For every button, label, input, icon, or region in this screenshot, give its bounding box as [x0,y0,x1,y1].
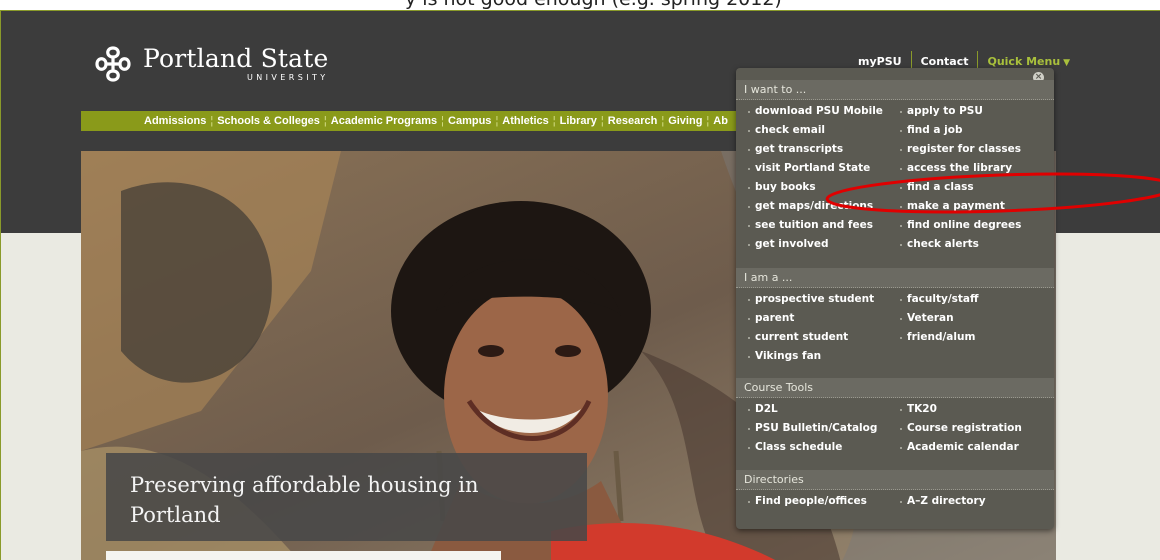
caret-down-icon: ▼ [1063,58,1071,68]
nav-research[interactable]: Research [608,115,658,127]
quick-menu-links: download PSU Mobile apply to PSU check ema… [736,100,1054,254]
quick-menu-section: Directories Find people/offices A–Z direct… [736,470,1054,511]
psu-logo[interactable]: Portland State UNIVERSITY [93,44,329,84]
quick-menu-link[interactable]: register for classes [900,140,1053,159]
quick-menu-section: Course Tools D2L TK20 PSU Bulletin/Catalog C… [736,378,1054,457]
quick-menu-section: I am a ... prospective student faculty/sta… [736,268,1054,366]
quick-menu-link[interactable]: D2L [748,400,901,419]
quick-menu-link[interactable]: Academic calendar [900,438,1053,457]
quick-menu-link[interactable]: check email [748,121,901,140]
quick-menu-link[interactable]: download PSU Mobile [748,102,901,121]
logo-wordmark: Portland State UNIVERSITY [143,44,329,83]
quick-menu-dropdown: × I want to ... download PSU Mobile apply … [736,68,1054,529]
quick-menu-link[interactable]: Class schedule [748,438,901,457]
quick-menu-link[interactable]: get transcripts [748,140,901,159]
quick-menu-link[interactable]: Find people/offices [748,492,901,511]
quick-menu-link[interactable]: A–Z directory [900,492,1053,511]
quick-menu-link[interactable]: make a payment [900,197,1053,216]
quick-menu-links: D2L TK20 PSU Bulletin/Catalog Course regist… [736,398,1054,457]
quick-menu-link[interactable]: get maps/directions [748,197,901,216]
quick-menu-link[interactable]: buy books [748,178,901,197]
quick-menu-link[interactable]: Course registration [900,419,1053,438]
quick-menu-section-title: Course Tools [736,378,1054,398]
quick-menu-label: Quick Menu [987,55,1061,68]
quick-menu-link[interactable]: current student [748,328,901,347]
hero-caption-box[interactable]: Preserving affordable housing in Portlan… [106,453,587,541]
main-nav-bar: Admissions ¦ Schools & Colleges ¦ Academic P… [81,111,741,131]
nav-schools-colleges[interactable]: Schools & Colleges [217,115,320,127]
quick-menu-section: I want to ... download PSU Mobile apply to… [736,80,1054,254]
quick-menu-links: prospective student faculty/staff parent Ve… [736,288,1054,366]
logo-name: Portland State [143,44,329,73]
quick-menu-link[interactable]: find a class [900,178,1053,197]
browser-page: Portland State UNIVERSITY myPSU Contact … [0,10,1160,560]
nav-academic-programs[interactable]: Academic Programs [331,115,437,127]
quick-menu-link[interactable]: access the library [900,159,1053,178]
quick-menu-link[interactable]: Veteran [900,309,1053,328]
nav-about[interactable]: Ab [713,115,728,127]
quick-menu-link[interactable]: find online degrees [900,216,1053,235]
quick-menu-link[interactable]: visit Portland State [748,159,901,178]
quick-menu-link[interactable]: apply to PSU [900,102,1053,121]
nav-campus[interactable]: Campus [448,115,491,127]
quick-menu-link[interactable]: Vikings fan [748,347,901,366]
quick-menu-link[interactable]: find a job [900,121,1053,140]
psu-logo-icon [95,46,131,82]
quick-menu-section-title: I am a ... [736,268,1054,288]
logo-subtitle: UNIVERSITY [247,73,329,82]
quick-menu-link[interactable]: parent [748,309,901,328]
top-caption-strip: y is not good enough (e.g. spring 2012) [0,0,1160,10]
quick-menu-link[interactable]: see tuition and fees [748,216,901,235]
quick-menu-section-title: I want to ... [736,80,1054,100]
quick-menu-link[interactable]: faculty/staff [900,290,1053,309]
caption-text: y is not good enough (e.g. spring 2012) [405,0,782,10]
quick-menu-link[interactable]: check alerts [900,235,1053,254]
quick-menu-link[interactable]: prospective student [748,290,901,309]
hero-subcaption-box [106,551,501,560]
nav-athletics[interactable]: Athletics [502,115,548,127]
quick-menu-link[interactable]: TK20 [900,400,1053,419]
quick-menu-link[interactable]: get involved [748,235,901,254]
quick-menu-section-title: Directories [736,470,1054,490]
quick-menu-link[interactable]: friend/alum [900,328,1053,347]
nav-library[interactable]: Library [560,115,597,127]
nav-admissions[interactable]: Admissions [144,115,206,127]
nav-giving[interactable]: Giving [668,115,702,127]
hero-caption-text: Preserving affordable housing in Portlan… [130,473,479,527]
quick-menu-links: Find people/offices A–Z directory [736,490,1054,511]
quick-menu-link[interactable]: PSU Bulletin/Catalog [748,419,901,438]
